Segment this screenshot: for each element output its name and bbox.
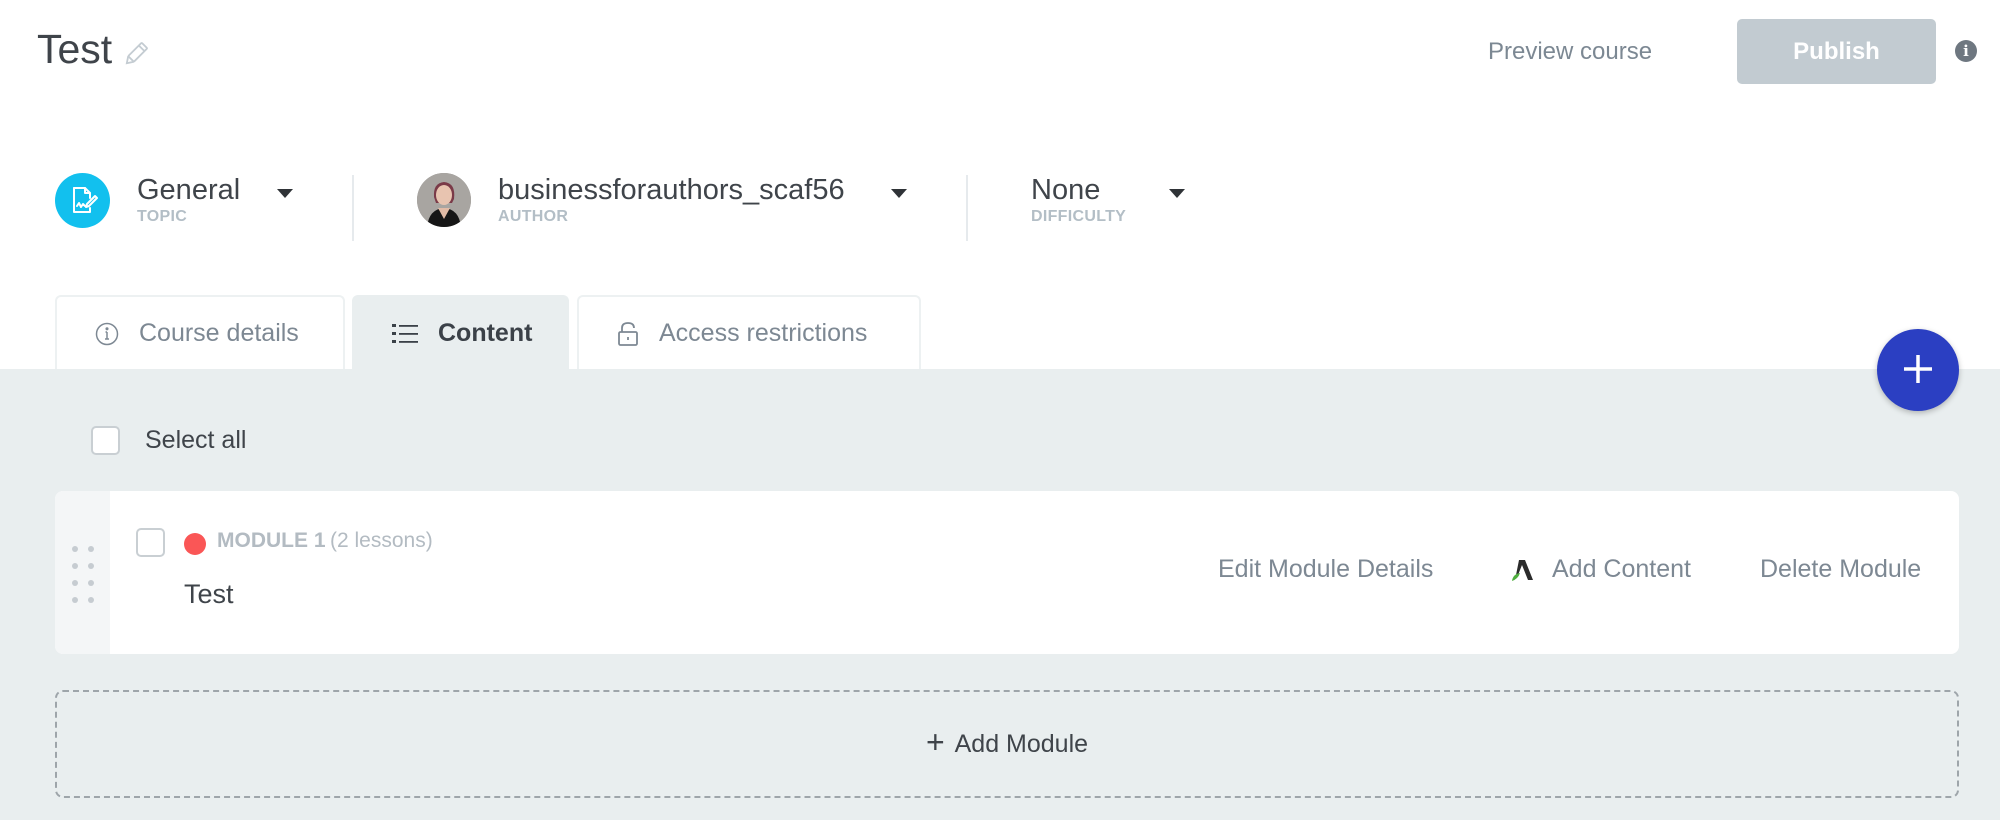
module-card: MODULE 1 (2 lessons) Test Edit Module De… bbox=[55, 491, 1959, 654]
select-all-row: Select all bbox=[91, 426, 246, 455]
add-content-button[interactable]: Add Content bbox=[1510, 555, 1691, 584]
topic-selector[interactable]: General TOPIC bbox=[55, 160, 240, 240]
course-title: Test bbox=[37, 26, 150, 73]
info-circle-icon bbox=[95, 322, 119, 346]
course-tabs: Course details Content Access restrictio… bbox=[0, 295, 2000, 370]
tab-label: Course details bbox=[139, 319, 299, 347]
drag-dots-icon bbox=[72, 546, 94, 603]
module-status-dot bbox=[184, 533, 206, 555]
difficulty-value: None bbox=[1031, 174, 1101, 206]
pencil-icon[interactable] bbox=[122, 31, 150, 64]
info-icon[interactable]: i bbox=[1955, 40, 1977, 62]
publish-button[interactable]: Publish bbox=[1737, 19, 1936, 84]
add-module-label: Add Module bbox=[954, 729, 1089, 758]
module-name: Test bbox=[184, 579, 234, 609]
topic-label: TOPIC bbox=[137, 208, 188, 225]
delete-module-button[interactable]: Delete Module bbox=[1760, 555, 1921, 584]
topic-caret-down-icon[interactable] bbox=[277, 189, 293, 198]
module-lesson-count: (2 lessons) bbox=[330, 529, 433, 552]
tab-access-restrictions[interactable]: Access restrictions bbox=[577, 295, 921, 370]
tab-label: Content bbox=[438, 319, 533, 347]
preview-course-button[interactable]: Preview course bbox=[1478, 30, 1662, 74]
unlock-icon bbox=[617, 321, 639, 347]
author-caret-down-icon[interactable] bbox=[891, 189, 907, 198]
add-module-button[interactable]: + Add Module bbox=[55, 690, 1959, 798]
tab-content[interactable]: Content bbox=[352, 295, 569, 370]
tab-course-details[interactable]: Course details bbox=[55, 295, 345, 370]
list-icon bbox=[392, 323, 418, 345]
topic-value: General bbox=[137, 174, 241, 206]
drag-handle[interactable] bbox=[55, 491, 110, 654]
course-meta-row: General TOPIC businessforauthors_scaf56 … bbox=[0, 160, 2000, 241]
module-label: MODULE 1 bbox=[217, 529, 326, 552]
add-content-logo-icon bbox=[1510, 558, 1534, 582]
select-all-label[interactable]: Select all bbox=[145, 426, 246, 455]
divider bbox=[966, 175, 968, 241]
select-all-checkbox[interactable] bbox=[91, 426, 120, 455]
module-checkbox[interactable] bbox=[136, 528, 165, 557]
author-selector[interactable]: businessforauthors_scaf56 AUTHOR bbox=[417, 160, 845, 240]
divider bbox=[352, 175, 354, 241]
difficulty-caret-down-icon[interactable] bbox=[1169, 189, 1185, 198]
add-fab-button[interactable] bbox=[1877, 329, 1959, 411]
signed-document-icon bbox=[55, 172, 110, 228]
add-content-label: Add Content bbox=[1552, 555, 1691, 583]
edit-module-details-button[interactable]: Edit Module Details bbox=[1218, 555, 1433, 584]
author-value: businessforauthors_scaf56 bbox=[498, 174, 845, 206]
difficulty-selector[interactable]: None DIFFICULTY bbox=[1031, 160, 1126, 240]
plus-icon: + bbox=[925, 724, 945, 760]
difficulty-label: DIFFICULTY bbox=[1031, 208, 1127, 225]
author-avatar bbox=[417, 173, 471, 227]
course-title-text: Test bbox=[37, 26, 113, 72]
author-label: AUTHOR bbox=[498, 208, 569, 225]
course-header: Test Preview course Publish i bbox=[0, 0, 2000, 110]
tab-label: Access restrictions bbox=[659, 319, 868, 347]
plus-icon bbox=[1902, 353, 1934, 388]
